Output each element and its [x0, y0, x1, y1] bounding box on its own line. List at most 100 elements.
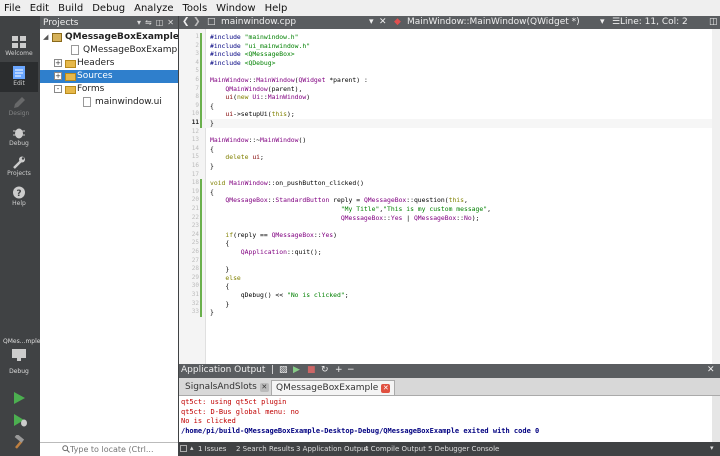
back-icon[interactable]: ❮ — [182, 17, 190, 27]
code-token: MainWindow — [229, 179, 268, 188]
tree-item[interactable]: ◢ QMessageBoxExample — [40, 31, 178, 44]
tree-item[interactable]: - Forms — [40, 83, 178, 96]
close-tab-icon[interactable]: ✕ — [259, 383, 269, 392]
run-button[interactable] — [8, 388, 30, 408]
output-pane-chevron-icon[interactable]: ▾ — [710, 444, 714, 452]
mode-projects[interactable]: Projects — [0, 152, 38, 182]
line-number: 19 — [191, 187, 199, 195]
symbol-dropdown-icon[interactable]: ▾ — [600, 17, 605, 27]
line-number: 15 — [191, 153, 199, 161]
status-pane-3[interactable]: 3 Application Output — [296, 445, 368, 453]
attach-icon[interactable]: ↻ — [321, 365, 329, 375]
lock-icon[interactable]: ▧ — [279, 365, 288, 375]
code-token: new — [236, 93, 253, 102]
tree-item[interactable]: + Headers — [40, 57, 178, 70]
close-output-icon[interactable]: ✕ — [707, 365, 715, 375]
file-dropdown-icon[interactable]: ▾ — [369, 17, 374, 27]
open-file-combo[interactable]: mainwindow.cpp — [221, 17, 296, 27]
debug-run-button[interactable] — [8, 410, 30, 430]
tree-item-label: Headers — [77, 58, 115, 68]
line-number: 29 — [191, 273, 199, 281]
editor-scrollbar[interactable] — [712, 29, 720, 364]
folder-icon — [65, 60, 76, 68]
mode-help[interactable]: ? Help — [0, 182, 38, 212]
projects-pane-header: Projects ▾ ⇋ ◫ ✕ — [40, 16, 178, 29]
close-tab-icon[interactable]: ✕ — [381, 384, 391, 393]
code-token: QApplication — [240, 248, 287, 256]
output-tab[interactable]: SignalsAndSlots ✕ — [181, 380, 273, 395]
tree-item[interactable]: QMessageBoxExample.pro — [40, 44, 178, 57]
menu-edit[interactable]: Edit — [30, 3, 49, 14]
mode-welcome[interactable]: Welcome — [0, 32, 38, 62]
code-line: { — [210, 282, 229, 291]
code-line: if(reply == QMessageBox::Yes) — [210, 231, 337, 240]
stop-icon[interactable]: ■ — [307, 365, 316, 375]
line-number: 31 — [191, 291, 199, 298]
status-pane-4[interactable]: 4 Compile Output — [364, 445, 426, 453]
split-icon[interactable]: ◫ — [156, 18, 164, 27]
menu-window[interactable]: Window — [216, 3, 255, 14]
locator-input[interactable] — [70, 444, 174, 455]
menu-build[interactable]: Build — [58, 3, 83, 14]
line-number: 24 — [191, 230, 199, 238]
menu-debug[interactable]: Debug — [92, 3, 125, 14]
output-tab[interactable]: QMessageBoxExample ✕ — [271, 380, 396, 395]
bookmark-icon[interactable]: ☰ — [612, 17, 620, 27]
status-pane-1[interactable]: 1 Issues — [198, 445, 226, 453]
folder-icon — [65, 73, 76, 81]
close-file-icon[interactable]: ✕ — [379, 17, 387, 27]
build-hammer-button[interactable] — [8, 432, 30, 452]
link-icon[interactable]: ⇋ — [145, 18, 152, 27]
filter-icon[interactable]: ▾ — [137, 18, 141, 27]
collapse-arrow-icon[interactable]: ◢ — [43, 33, 48, 41]
code-line: QApplication::quit(); — [210, 248, 322, 257]
forward-icon[interactable]: ❯ — [193, 17, 201, 27]
code-token: QWidget — [298, 76, 326, 84]
expand-icon[interactable]: + — [54, 59, 62, 67]
project-tree: ◢ QMessageBoxExample QMessageBoxExample.pr… — [40, 29, 178, 442]
zoom-out-icon[interactable]: − — [347, 365, 355, 375]
close-icon[interactable]: ✕ — [167, 18, 174, 27]
dropdown-icon[interactable]: ▴ — [190, 444, 194, 452]
code-editor[interactable]: #include "mainwindow.h" #include "ui_main… — [205, 29, 712, 364]
tree-item[interactable]: mainwindow.ui — [40, 96, 178, 109]
code-token: "This is my custom message" — [383, 205, 488, 213]
tree-item-label: Sources — [77, 71, 113, 81]
menu-analyze[interactable]: Analyze — [134, 3, 173, 14]
code-token: { — [210, 239, 230, 248]
zoom-in-icon[interactable]: + — [335, 365, 343, 375]
projects-title: Projects — [43, 17, 79, 28]
line-number: 11 — [191, 119, 199, 126]
tree-item[interactable]: + Sources — [40, 70, 178, 83]
symbol-combo[interactable]: MainWindow::MainWindow(QWidget *) — [407, 17, 580, 27]
cursor-position[interactable]: Line: 11, Col: 2 — [620, 17, 688, 27]
collapse-icon[interactable]: - — [54, 85, 62, 93]
menu-help[interactable]: Help — [265, 3, 288, 14]
mode-edit[interactable]: Edit — [0, 62, 38, 92]
menu-tools[interactable]: Tools — [183, 3, 208, 14]
expand-icon[interactable]: + — [54, 72, 62, 80]
output-scrollbar[interactable] — [712, 396, 720, 442]
code-token: QMessageBox — [271, 230, 314, 239]
code-token: (reply == — [233, 230, 272, 239]
status-pane-5[interactable]: 5 Debugger Console — [428, 445, 499, 453]
code-token: MainWindow — [260, 136, 299, 145]
status-pane-2[interactable]: 2 Search Results — [236, 445, 294, 453]
mode-design[interactable]: Design — [0, 92, 38, 122]
kit-selector[interactable]: QMes...mple Debug — [0, 336, 40, 380]
code-token: this — [448, 196, 464, 205]
code-token: if — [225, 230, 234, 239]
toggle-sidebar-icon[interactable] — [180, 445, 187, 452]
code-token: { — [210, 282, 230, 291]
menu-file[interactable]: File — [4, 3, 21, 14]
code-token: , — [463, 196, 468, 205]
split-editor-icon[interactable]: ◫ — [709, 17, 718, 27]
rerun-icon[interactable]: ▶ — [293, 365, 300, 375]
mode-debug[interactable]: Debug — [0, 122, 38, 152]
application-output[interactable]: qt5ct: using qt5ct plugin qt5ct: D-Bus gl… — [179, 396, 712, 442]
